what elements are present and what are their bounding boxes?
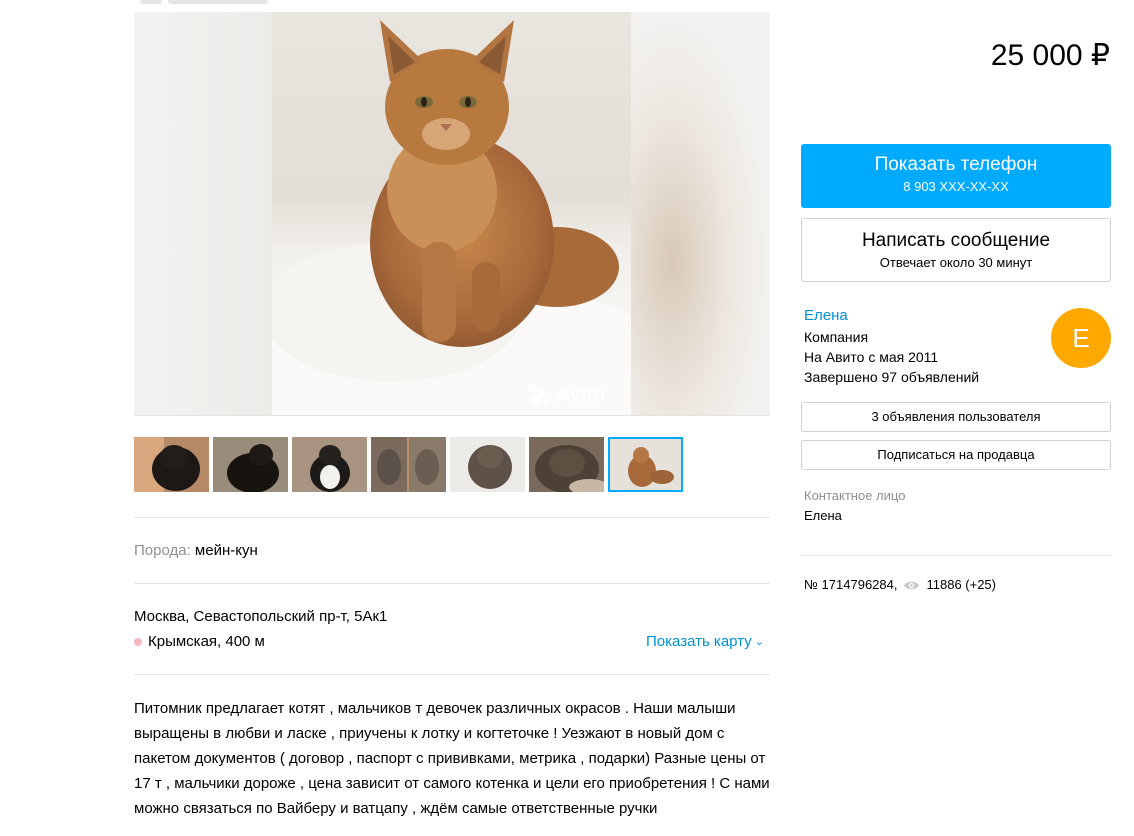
top-chip [140, 0, 162, 4]
show-phone-button[interactable]: Показать телефон 8 903 XXX-XX-XX [801, 144, 1111, 208]
show-phone-label: Показать телефон [874, 154, 1038, 175]
metro-dot-icon [134, 637, 142, 646]
divider [134, 583, 770, 584]
other-ads-button[interactable]: 3 объявления пользователя [801, 402, 1111, 432]
thumbnail[interactable] [213, 437, 288, 492]
thumbnail[interactable] [292, 437, 367, 492]
thumbnail[interactable] [529, 437, 604, 492]
seller-info: Елена Компания На Авито с мая 2011 Завер… [804, 306, 979, 387]
response-time: Отвечает около 30 минут [879, 255, 1033, 270]
black-white-kitten-photo [292, 437, 367, 492]
thumbnail[interactable] [371, 437, 446, 492]
photo-blur-right [630, 12, 770, 415]
avito-logo-icon [526, 382, 552, 408]
watermark-text: Avito [556, 383, 606, 406]
metro-station: Крымская, 400 м [134, 633, 265, 650]
ad-meta: № 1714796284, 11886 (+25) [804, 577, 996, 592]
photo-blur-left [134, 12, 272, 415]
phone-masked: 8 903 XXX-XX-XX [903, 179, 1009, 194]
seller-completed: Завершено 97 объявлений [804, 369, 980, 385]
thumbnail-strip [134, 437, 683, 492]
tabby-cat-photo [529, 437, 604, 492]
black-kitten-photo [134, 437, 209, 492]
metro-label: Крымская, 400 м [148, 633, 265, 650]
contact-name: Елена [804, 508, 842, 523]
thumbnail[interactable] [134, 437, 209, 492]
tabby-kitten-photo [450, 437, 525, 492]
chevron-down-icon: ⌄ [754, 636, 764, 648]
price: 25 000 ₽ [990, 39, 1110, 72]
tabby-kittens-photo [371, 437, 446, 492]
contact-label: Контактное лицо [804, 488, 906, 503]
address: Москва, Севастопольский пр-т, 5Ак1 [134, 608, 388, 625]
thumbnail[interactable] [450, 437, 525, 492]
top-bar-remnant [140, 0, 770, 6]
cat-illustration [272, 20, 631, 415]
black-kitten-photo [213, 437, 288, 492]
seller-name-link[interactable]: Елена [804, 306, 979, 326]
thumbnail-active[interactable] [608, 437, 683, 492]
write-message-label: Написать сообщение [861, 230, 1051, 251]
param-label: Порода: [134, 542, 191, 559]
breed-param: Порода: мейн-кун [134, 542, 258, 559]
red-kitten-photo [608, 437, 683, 492]
views-count: 11886 (+25) [926, 577, 996, 592]
eye-icon [903, 579, 920, 590]
description: Питомник предлагает котят , мальчиков т … [134, 700, 770, 817]
main-photo[interactable]: Avito [134, 12, 770, 416]
divider [134, 674, 770, 675]
avito-watermark: Avito [526, 382, 605, 408]
divider [801, 555, 1111, 556]
subscribe-button[interactable]: Подписаться на продавца [801, 440, 1111, 470]
contact-person: Контактное лицо Елена [804, 486, 905, 526]
write-message-button[interactable]: Написать сообщение Отвечает около 30 мин… [801, 218, 1111, 282]
ad-number: № 1714796284, [804, 577, 898, 592]
top-chip [168, 0, 268, 4]
divider [134, 517, 770, 518]
show-map-label: Показать карту [646, 633, 752, 650]
param-value: мейн-кун [194, 542, 258, 559]
cat-photo [272, 12, 631, 415]
show-map-link[interactable]: Показать карту ⌄ [646, 633, 764, 650]
avatar[interactable]: Е [1051, 308, 1111, 368]
seller-since: На Авито с мая 2011 [804, 349, 939, 365]
seller-type: Компания [804, 329, 869, 345]
